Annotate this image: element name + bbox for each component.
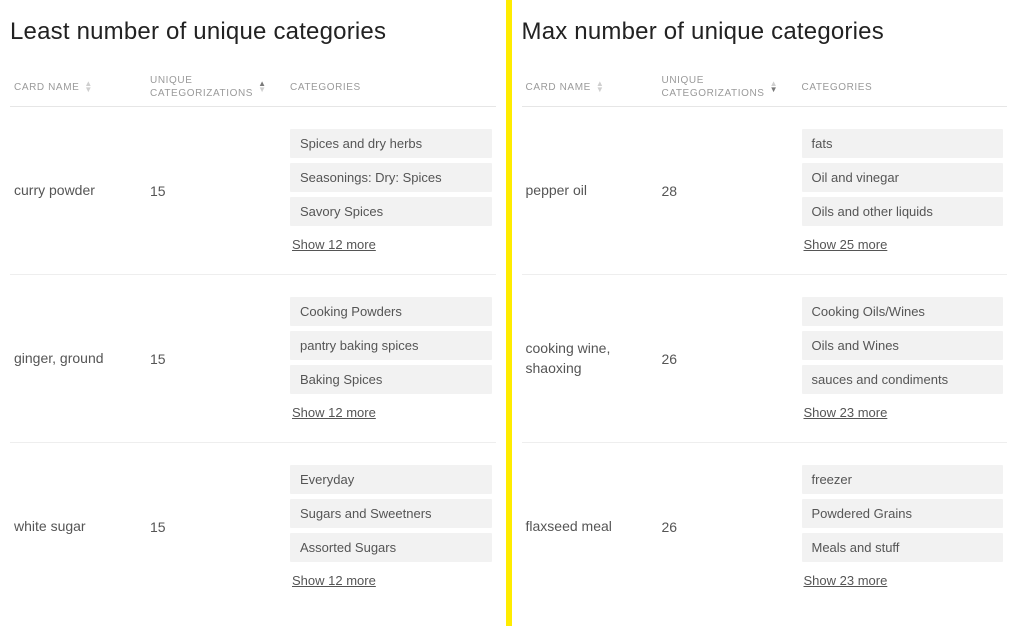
page: Least number of unique categories CARD N… (0, 0, 1017, 626)
cell-card-name: ginger, ground (10, 349, 150, 369)
category-tag: Oils and other liquids (802, 197, 1004, 226)
category-tag: fats (802, 129, 1004, 158)
cell-unique: 15 (150, 183, 290, 199)
table-row: pepper oil 28 fats Oil and vinegar Oils … (522, 107, 1008, 275)
show-more-link[interactable]: Show 23 more (802, 405, 888, 420)
category-tag: Oil and vinegar (802, 163, 1004, 192)
category-tag: Oils and Wines (802, 331, 1004, 360)
column-header-unique[interactable]: UNIQUE CATEGORIZATIONS ▲▼ (662, 74, 802, 100)
cell-unique: 28 (662, 183, 802, 199)
category-tag: Spices and dry herbs (290, 129, 492, 158)
column-label: UNIQUE CATEGORIZATIONS (150, 74, 253, 100)
show-more-link[interactable]: Show 12 more (290, 405, 376, 420)
cell-categories: Everyday Sugars and Sweetners Assorted S… (290, 465, 496, 588)
category-tag: Everyday (290, 465, 492, 494)
cell-card-name: flaxseed meal (522, 517, 662, 537)
cell-categories: freezer Powdered Grains Meals and stuff … (802, 465, 1008, 588)
cell-unique: 26 (662, 519, 802, 535)
table-row: white sugar 15 Everyday Sugars and Sweet… (10, 443, 496, 610)
panel-title: Max number of unique categories (522, 18, 1008, 46)
column-header-card-name[interactable]: CARD NAME ▲▼ (10, 81, 150, 94)
cell-card-name: cooking wine, shaoxing (522, 339, 662, 378)
cell-categories: Cooking Powders pantry baking spices Bak… (290, 297, 496, 420)
category-tag: Cooking Powders (290, 297, 492, 326)
cell-categories: fats Oil and vinegar Oils and other liqu… (802, 129, 1008, 252)
cell-categories: Cooking Oils/Wines Oils and Wines sauces… (802, 297, 1008, 420)
category-tag: Seasonings: Dry: Spices (290, 163, 492, 192)
category-tag: Savory Spices (290, 197, 492, 226)
cell-unique: 15 (150, 519, 290, 535)
category-tag: sauces and condiments (802, 365, 1004, 394)
table-header: CARD NAME ▲▼ UNIQUE CATEGORIZATIONS ▲▼ C… (522, 74, 1008, 107)
category-tag: pantry baking spices (290, 331, 492, 360)
category-tag: Baking Spices (290, 365, 492, 394)
panel-title: Least number of unique categories (10, 18, 496, 46)
table-row: ginger, ground 15 Cooking Powders pantry… (10, 275, 496, 443)
category-tag: Powdered Grains (802, 499, 1004, 528)
show-more-link[interactable]: Show 12 more (290, 237, 376, 252)
sort-icon: ▲▼ (84, 81, 93, 93)
column-header-categories: CATEGORIES (290, 81, 496, 94)
category-tag: freezer (802, 465, 1004, 494)
category-tag: Meals and stuff (802, 533, 1004, 562)
sort-icon: ▲▼ (258, 81, 267, 93)
cell-unique: 15 (150, 351, 290, 367)
cell-card-name: white sugar (10, 517, 150, 537)
table-row: flaxseed meal 26 freezer Powdered Grains… (522, 443, 1008, 610)
cell-categories: Spices and dry herbs Seasonings: Dry: Sp… (290, 129, 496, 252)
category-tag: Assorted Sugars (290, 533, 492, 562)
table-row: cooking wine, shaoxing 26 Cooking Oils/W… (522, 275, 1008, 443)
column-header-categories: CATEGORIES (802, 81, 1008, 94)
category-tag: Cooking Oils/Wines (802, 297, 1004, 326)
cell-card-name: curry powder (10, 181, 150, 201)
cell-card-name: pepper oil (522, 181, 662, 201)
show-more-link[interactable]: Show 12 more (290, 573, 376, 588)
column-header-card-name[interactable]: CARD NAME ▲▼ (522, 81, 662, 94)
column-label: CARD NAME (526, 81, 591, 94)
column-label: UNIQUE CATEGORIZATIONS (662, 74, 765, 100)
cell-unique: 26 (662, 351, 802, 367)
column-header-unique[interactable]: UNIQUE CATEGORIZATIONS ▲▼ (150, 74, 290, 100)
sort-icon: ▲▼ (770, 81, 779, 93)
table-header: CARD NAME ▲▼ UNIQUE CATEGORIZATIONS ▲▼ C… (10, 74, 496, 107)
show-more-link[interactable]: Show 23 more (802, 573, 888, 588)
column-label: CATEGORIES (802, 81, 873, 94)
panel-least: Least number of unique categories CARD N… (0, 0, 506, 626)
category-tag: Sugars and Sweetners (290, 499, 492, 528)
panel-max: Max number of unique categories CARD NAM… (512, 0, 1017, 626)
show-more-link[interactable]: Show 25 more (802, 237, 888, 252)
table-row: curry powder 15 Spices and dry herbs Sea… (10, 107, 496, 275)
sort-icon: ▲▼ (596, 81, 605, 93)
column-label: CATEGORIES (290, 81, 361, 94)
column-label: CARD NAME (14, 81, 79, 94)
